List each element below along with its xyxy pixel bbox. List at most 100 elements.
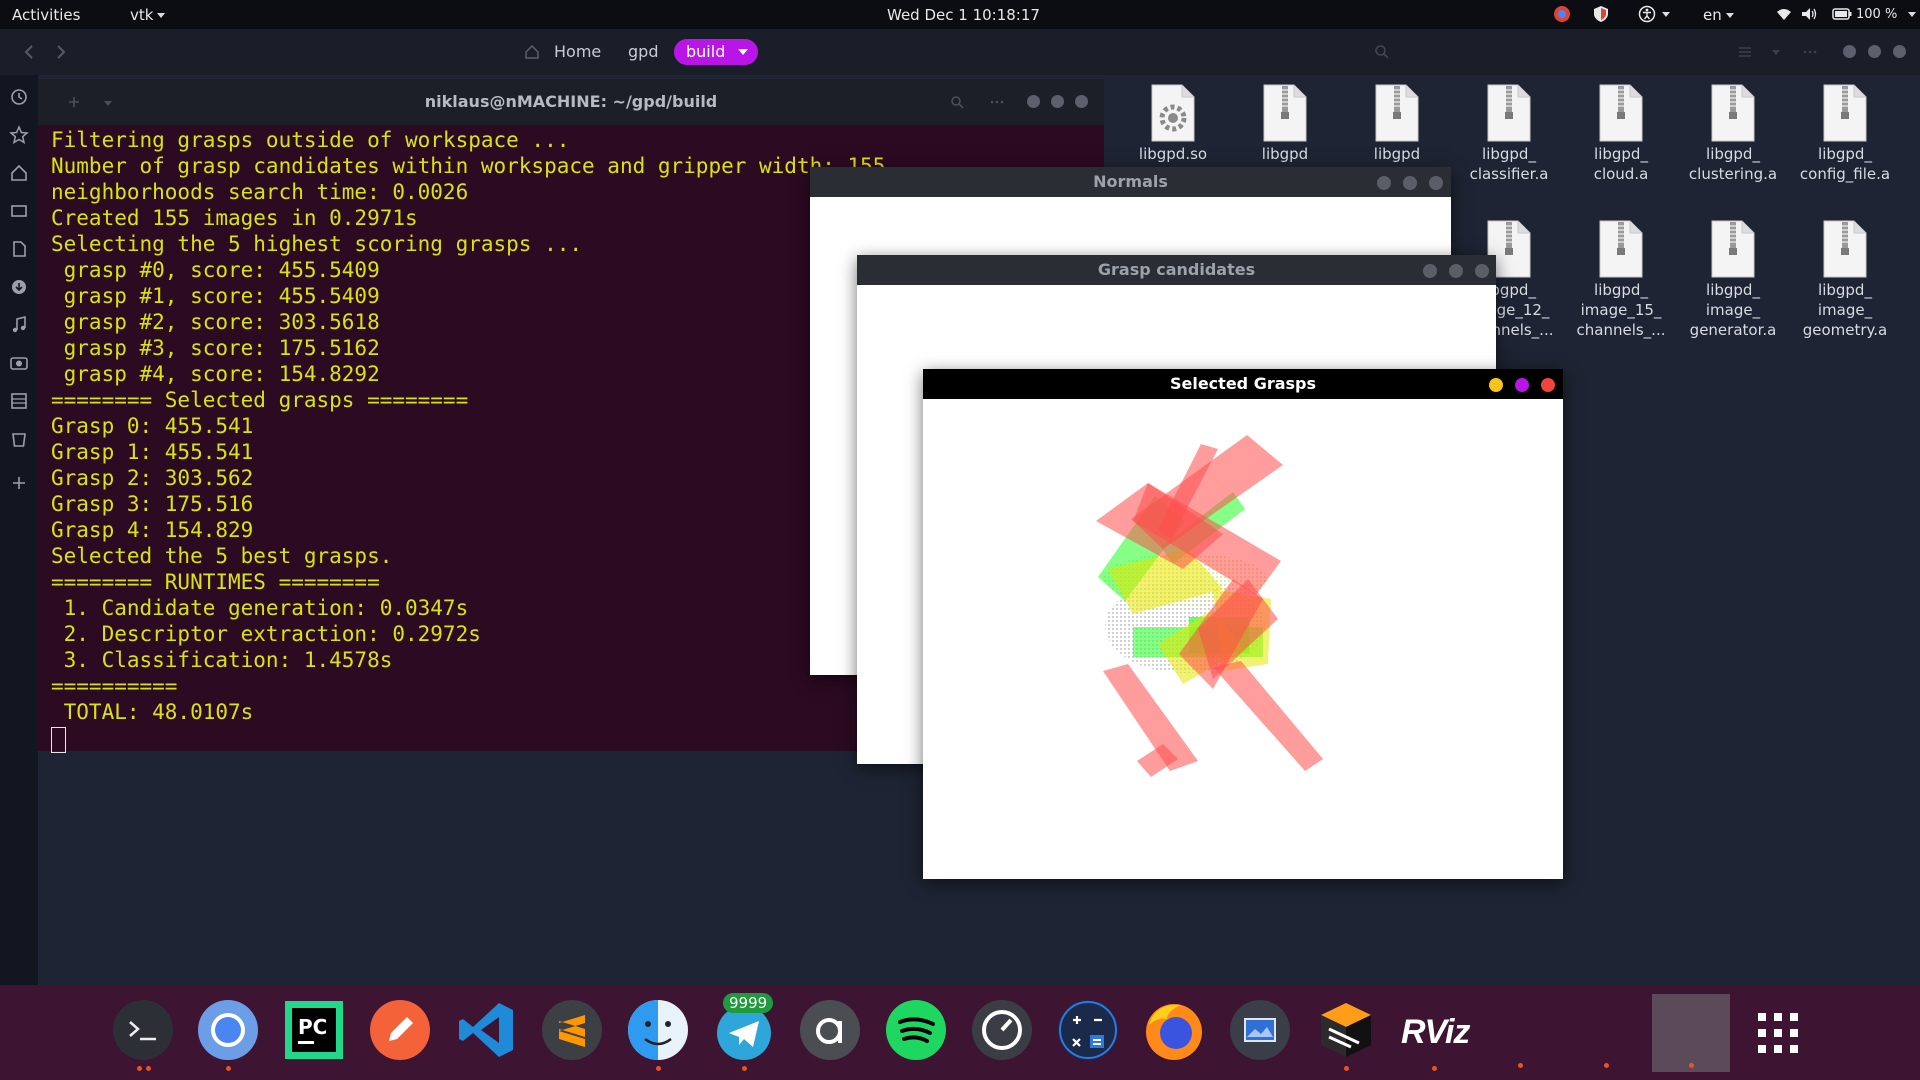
chevron-down-icon: [157, 13, 166, 18]
minimize-button[interactable]: [1423, 264, 1437, 278]
dock-active-window[interactable]: [1652, 994, 1730, 1072]
minimize-button[interactable]: [1377, 176, 1391, 190]
wifi-icon[interactable]: [1775, 5, 1793, 23]
forward-arrow-icon[interactable]: [54, 44, 68, 60]
recent-icon[interactable]: [9, 87, 29, 107]
file-label: libgpd_ config_file.a: [1799, 145, 1891, 183]
menu-icon[interactable]: [1803, 45, 1817, 59]
add-location-icon[interactable]: [9, 473, 29, 493]
terminal-line: 3. Classification: 1.4578s: [51, 648, 393, 672]
chrome-tray-icon[interactable]: [1553, 5, 1571, 23]
close-button[interactable]: [1893, 45, 1906, 58]
maximize-button[interactable]: [1515, 378, 1529, 392]
battery-percentage: 100 %: [1856, 7, 1898, 22]
app-menu[interactable]: vtk: [130, 6, 166, 24]
vtk-render-view[interactable]: [923, 399, 1563, 879]
chevron-down-icon[interactable]: [1908, 12, 1916, 17]
close-button[interactable]: [1075, 95, 1088, 108]
search-icon[interactable]: [950, 95, 964, 109]
file-item[interactable]: libgpd: [1229, 84, 1341, 164]
file-item[interactable]: libgpd_ image_15_ channels_...: [1565, 220, 1677, 340]
file-item[interactable]: libgpd_ cloud.a: [1565, 84, 1677, 184]
back-arrow-icon[interactable]: [22, 44, 36, 60]
dock-text-editor[interactable]: [369, 999, 431, 1061]
breadcrumb-gpd[interactable]: gpd: [628, 39, 658, 65]
firefox-icon: [1146, 1004, 1202, 1060]
activities-button[interactable]: Activities: [12, 6, 80, 24]
terminal-cursor: [51, 727, 66, 753]
close-button[interactable]: [1429, 176, 1443, 190]
dock-chromium[interactable]: [197, 999, 259, 1071]
maximize-button[interactable]: [1403, 176, 1417, 190]
file-item[interactable]: libgpd_ image_ generator.a: [1677, 220, 1789, 340]
grasp-candidates-titlebar[interactable]: Grasp candidates: [857, 255, 1496, 285]
show-apps-grid-icon[interactable]: [1756, 1011, 1800, 1055]
dock-vscode[interactable]: [455, 999, 517, 1061]
file-item[interactable]: libgpd: [1341, 84, 1453, 164]
file-label: libgpd: [1261, 145, 1309, 163]
dock-speed-monitor[interactable]: [971, 999, 1033, 1061]
chevron-down-icon[interactable]: [1772, 50, 1780, 55]
dock-spotify[interactable]: [885, 999, 947, 1061]
dock-terminal[interactable]: [112, 999, 174, 1071]
videos-icon[interactable]: [9, 391, 29, 411]
maximize-button[interactable]: [1868, 45, 1881, 58]
dock-telegram[interactable]: 9999: [713, 993, 775, 1071]
desktop-icon[interactable]: [9, 201, 29, 221]
normals-window-titlebar[interactable]: Normals: [810, 167, 1451, 197]
dock-calculator[interactable]: [1057, 999, 1119, 1061]
maximize-button[interactable]: [1449, 264, 1463, 278]
breadcrumb-build[interactable]: build: [674, 39, 758, 65]
terminal-line: 1. Candidate generation: 0.0347s: [51, 596, 469, 620]
dock-firefox[interactable]: [1143, 999, 1205, 1061]
minimize-button[interactable]: [1843, 45, 1856, 58]
dock-sublime-merge[interactable]: [1315, 999, 1377, 1071]
trash-icon[interactable]: [9, 429, 29, 449]
terminal-line: grasp #4, score: 154.8292: [51, 362, 380, 386]
language-indicator[interactable]: en: [1703, 6, 1734, 24]
home-icon[interactable]: [9, 163, 29, 183]
close-button[interactable]: [1541, 378, 1555, 392]
minimize-button[interactable]: [1489, 378, 1503, 392]
clock[interactable]: Wed Dec 1 10:18:17: [887, 6, 1040, 24]
dock-sublime-text[interactable]: [541, 999, 603, 1061]
documents-icon[interactable]: [9, 239, 29, 259]
search-icon[interactable]: [1374, 44, 1390, 60]
pictures-icon[interactable]: [9, 353, 29, 373]
dock-screenshot[interactable]: [1229, 999, 1291, 1061]
terminal-titlebar[interactable]: niklaus@nMACHINE: ~/gpd/build: [38, 79, 1104, 125]
accessibility-icon[interactable]: [1638, 5, 1656, 23]
file-item[interactable]: libgpd_ config_file.a: [1789, 84, 1901, 184]
file-item[interactable]: libgpd_ clustering.a: [1677, 84, 1789, 184]
music-icon[interactable]: [9, 315, 29, 335]
shield-icon[interactable]: [1592, 5, 1610, 23]
volume-icon[interactable]: [1800, 5, 1818, 23]
battery-icon[interactable]: [1832, 5, 1852, 23]
archive-file-icon: [1263, 84, 1307, 142]
selected-grasps-titlebar[interactable]: Selected Grasps: [923, 369, 1563, 399]
terminal-output[interactable]: Filtering grasps outside of workspace ..…: [51, 127, 885, 753]
file-item[interactable]: libgpd.so: [1117, 84, 1229, 164]
selected-grasps-window[interactable]: Selected Grasps: [923, 369, 1563, 879]
minimize-button[interactable]: [1027, 95, 1040, 108]
terminal-line: Grasp 0: 455.541: [51, 414, 254, 438]
chevron-down-icon[interactable]: [738, 49, 748, 55]
dock-rviz[interactable]: RViz: [1401, 999, 1479, 1071]
downloads-icon[interactable]: [9, 277, 29, 297]
dock-at-app[interactable]: [799, 999, 861, 1061]
menu-icon[interactable]: [990, 95, 1004, 109]
close-button[interactable]: [1475, 264, 1489, 278]
dock-finder[interactable]: [627, 999, 689, 1071]
terminal-icon: [113, 1000, 173, 1060]
star-icon[interactable]: [9, 125, 29, 145]
file-item[interactable]: libgpd_ classifier.a: [1453, 84, 1565, 184]
file-item[interactable]: libgpd_ image_ geometry.a: [1789, 220, 1901, 340]
spotify-icon: [886, 1000, 946, 1060]
maximize-button[interactable]: [1051, 95, 1064, 108]
list-view-icon[interactable]: [1738, 45, 1752, 59]
breadcrumb-home[interactable]: Home: [554, 39, 601, 65]
dock-pycharm[interactable]: PC: [283, 999, 345, 1061]
terminal-line: Selected the 5 best grasps.: [51, 544, 393, 568]
running-indicator: [1689, 1063, 1694, 1068]
terminal-line: ==========: [51, 674, 178, 698]
